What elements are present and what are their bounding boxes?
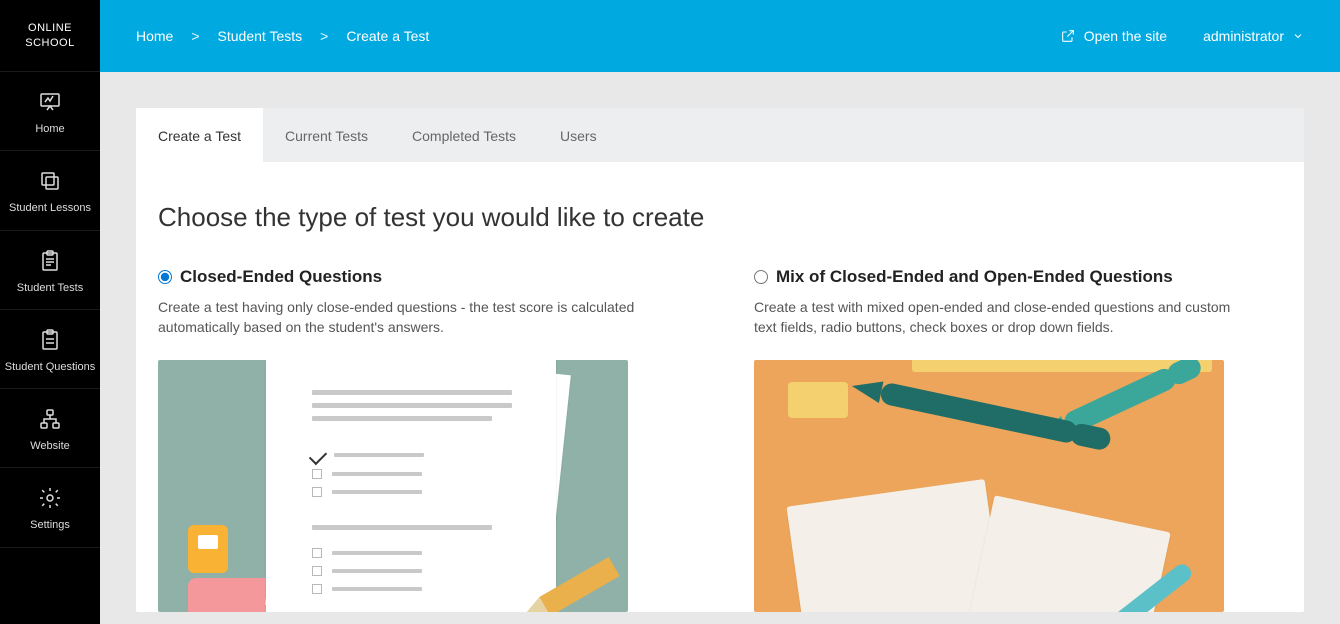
brand-line1: ONLINE xyxy=(28,21,72,35)
chevron-down-icon xyxy=(1292,30,1304,42)
sidebar-item-lessons[interactable]: Student Lessons xyxy=(0,151,100,230)
sidebar-item-label: Website xyxy=(30,439,70,453)
copy-icon xyxy=(36,167,64,195)
whiteboard-icon xyxy=(36,88,64,116)
tab-create-test[interactable]: Create a Test xyxy=(136,108,263,162)
illustration-mixed xyxy=(754,360,1224,612)
sidebar: ONLINE SCHOOL Home Student Lessons Stude… xyxy=(0,0,100,624)
breadcrumb: Home > Student Tests > Create a Test xyxy=(136,28,429,44)
option-mixed: Mix of Closed-Ended and Open-Ended Quest… xyxy=(754,267,1234,612)
option-desc: Create a test having only close-ended qu… xyxy=(158,297,638,338)
sidebar-item-label: Settings xyxy=(30,518,70,532)
option-closed-ended: Closed-Ended Questions Create a test hav… xyxy=(158,267,638,612)
user-menu[interactable]: administrator xyxy=(1203,28,1304,44)
sidebar-item-questions[interactable]: Student Questions xyxy=(0,310,100,389)
sitemap-icon xyxy=(36,405,64,433)
brand-line2: SCHOOL xyxy=(25,36,74,50)
open-site-link[interactable]: Open the site xyxy=(1060,28,1167,44)
sidebar-item-tests[interactable]: Student Tests xyxy=(0,231,100,310)
breadcrumb-sep: > xyxy=(320,28,328,44)
sidebar-item-label: Student Lessons xyxy=(9,201,91,215)
sidebar-item-label: Student Tests xyxy=(17,281,83,295)
user-name: administrator xyxy=(1203,28,1284,44)
illustration-closed-ended xyxy=(158,360,628,612)
tab-current-tests[interactable]: Current Tests xyxy=(263,108,390,162)
sidebar-item-settings[interactable]: Settings xyxy=(0,468,100,547)
option-title: Mix of Closed-Ended and Open-Ended Quest… xyxy=(776,267,1173,287)
radio-mixed[interactable] xyxy=(754,270,768,284)
option-desc: Create a test with mixed open-ended and … xyxy=(754,297,1234,338)
sidebar-item-label: Student Questions xyxy=(5,360,96,374)
breadcrumb-sep: > xyxy=(191,28,199,44)
option-title: Closed-Ended Questions xyxy=(180,267,382,287)
gear-icon xyxy=(36,484,64,512)
breadcrumb-tests[interactable]: Student Tests xyxy=(218,28,303,44)
radio-closed-ended[interactable] xyxy=(158,270,172,284)
tab-completed-tests[interactable]: Completed Tests xyxy=(390,108,538,162)
page-title: Choose the type of test you would like t… xyxy=(158,202,1284,233)
tab-bar: Create a Test Current Tests Completed Te… xyxy=(136,108,1304,162)
tab-users[interactable]: Users xyxy=(538,108,619,162)
open-site-label: Open the site xyxy=(1084,28,1167,44)
external-link-icon xyxy=(1060,28,1076,44)
sidebar-item-label: Home xyxy=(35,122,64,136)
breadcrumb-home[interactable]: Home xyxy=(136,28,173,44)
breadcrumb-current: Create a Test xyxy=(346,28,429,44)
sidebar-item-home[interactable]: Home xyxy=(0,72,100,151)
sidebar-item-website[interactable]: Website xyxy=(0,389,100,468)
clipboard-list-icon xyxy=(36,247,64,275)
topbar: Home > Student Tests > Create a Test Ope… xyxy=(100,0,1340,72)
panel: Create a Test Current Tests Completed Te… xyxy=(136,108,1304,612)
clipboard-icon xyxy=(36,326,64,354)
brand-logo[interactable]: ONLINE SCHOOL xyxy=(0,0,100,72)
